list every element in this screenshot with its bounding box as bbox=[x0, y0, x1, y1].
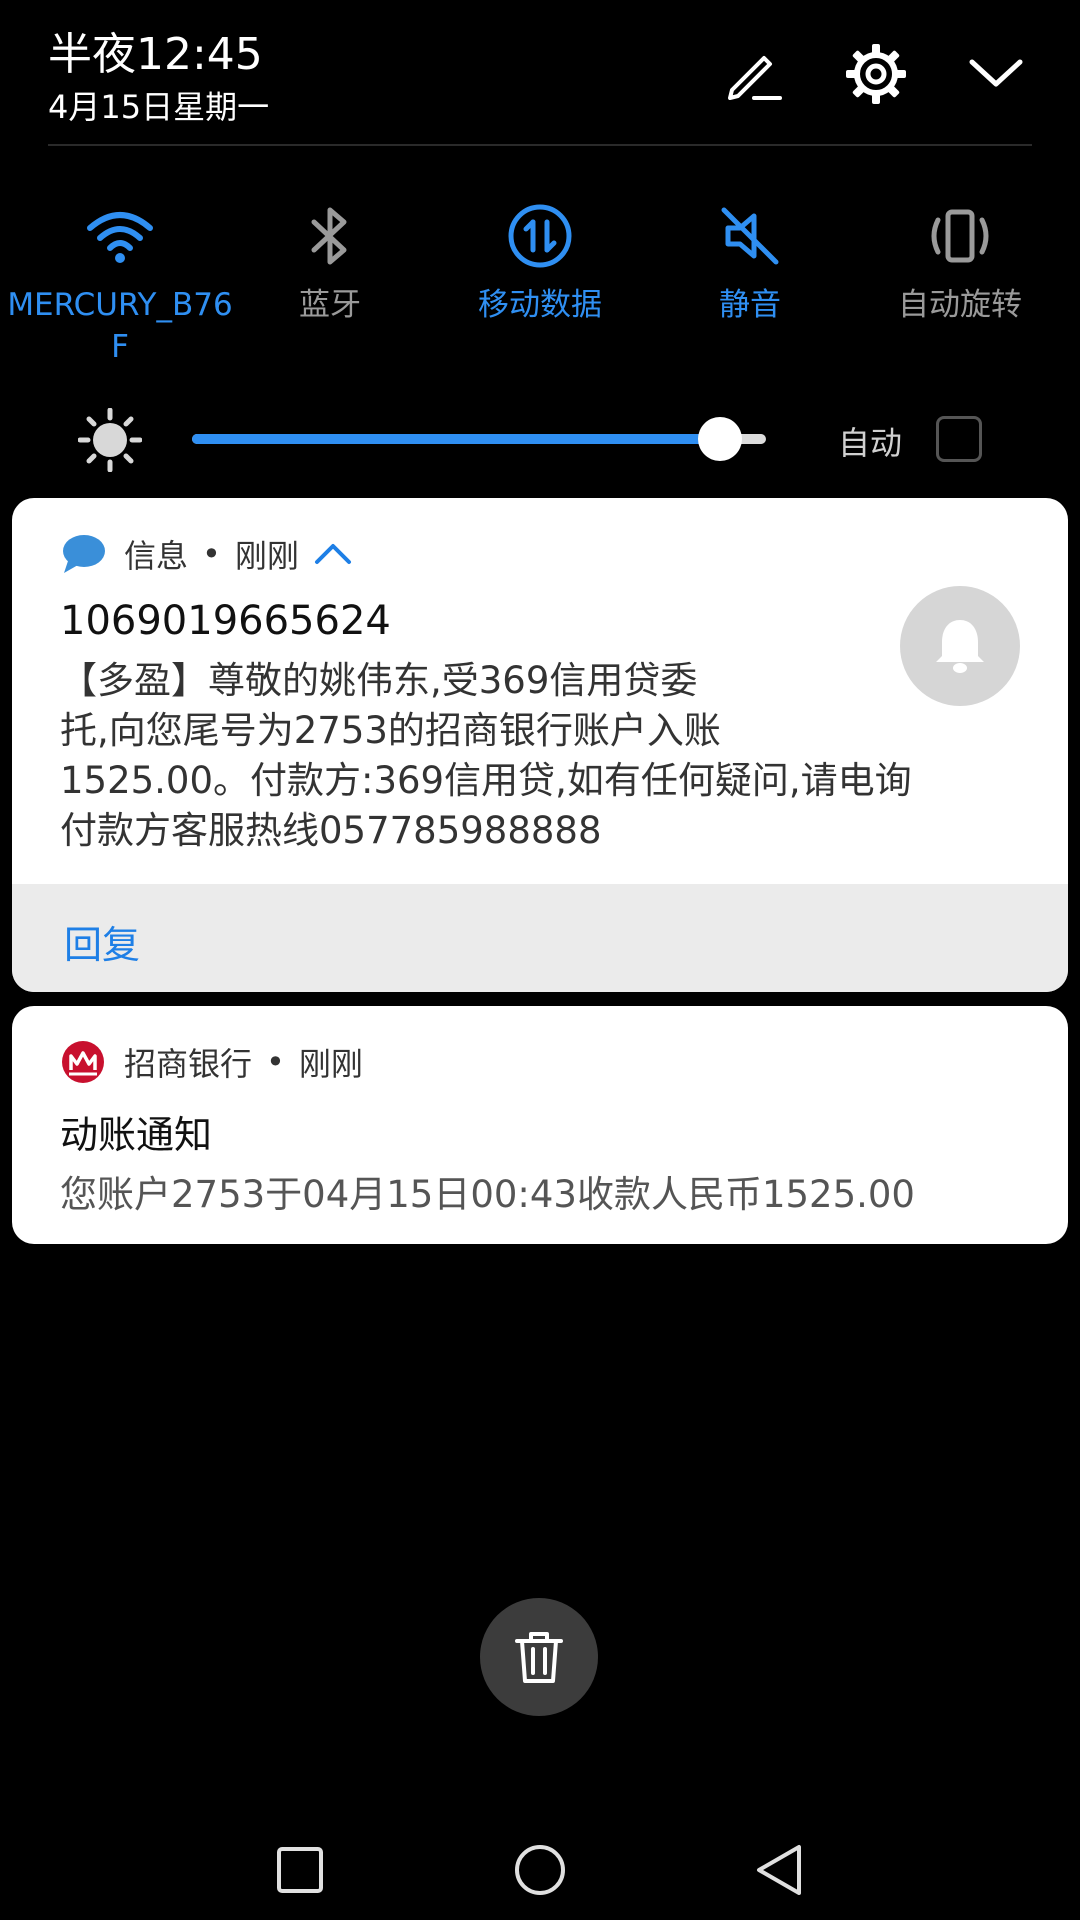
brightness-icon bbox=[78, 408, 142, 472]
wifi-tile[interactable]: MERCURY_B76 F bbox=[7, 200, 233, 368]
sms-body: 【多盈】尊敬的姚伟东,受369信用贷委 托,向您尾号为2753的招商银行账户入账… bbox=[60, 656, 1000, 856]
brightness-slider[interactable] bbox=[192, 417, 766, 461]
wifi-label-continued: F bbox=[111, 329, 129, 365]
app-name: 招商银行 bbox=[124, 1045, 253, 1083]
recent-apps-button[interactable] bbox=[268, 1838, 332, 1902]
silent-tile[interactable]: 静音 bbox=[645, 200, 855, 326]
navigation-bar bbox=[0, 1820, 1080, 1920]
notification-body: 您账户2753于04月15日00:43收款人民币1525.00 bbox=[60, 1173, 915, 1216]
auto-rotate-label: 自动旋转 bbox=[898, 287, 1022, 323]
sms-body-line: 付款方客服热线057785988888 bbox=[60, 809, 602, 852]
chevron-up-icon bbox=[314, 544, 351, 564]
sms-sender: 1069019665624 bbox=[60, 598, 391, 644]
sender-avatar bbox=[900, 586, 1020, 706]
notification-header: 半夜12:45 4月15日星期一 bbox=[0, 0, 1080, 146]
mobile-data-icon bbox=[508, 204, 572, 268]
collapse-notification-button[interactable] bbox=[313, 534, 353, 574]
home-button[interactable] bbox=[508, 1838, 572, 1902]
sms-body-line: 1525.00。付款方:369信用贷,如有任何疑问,请电询 bbox=[60, 759, 912, 802]
sms-notification-header: 信息 • 刚刚 bbox=[60, 530, 353, 578]
slider-fill bbox=[192, 434, 721, 444]
edit-button[interactable] bbox=[718, 38, 790, 110]
sms-body-line: 托,向您尾号为2753的招商银行账户入账 bbox=[60, 709, 721, 752]
separator-dot: • bbox=[202, 535, 221, 573]
pencil-icon bbox=[728, 56, 782, 100]
message-bubble-icon bbox=[63, 535, 105, 573]
app-name: 信息 bbox=[124, 537, 189, 575]
square-icon bbox=[277, 1847, 323, 1893]
auto-brightness-label: 自动 bbox=[838, 424, 903, 462]
notification-time: 刚刚 bbox=[234, 537, 299, 575]
auto-brightness-checkbox[interactable] bbox=[936, 416, 982, 462]
notification-time: 刚刚 bbox=[298, 1045, 363, 1083]
notification-actions: 回复 bbox=[12, 884, 1068, 992]
chevron-down-icon bbox=[969, 59, 1023, 87]
gear-icon bbox=[846, 44, 906, 104]
notification-title: 动账通知 bbox=[60, 1113, 213, 1157]
back-triangle-icon bbox=[757, 1845, 801, 1895]
trash-icon bbox=[515, 1632, 563, 1683]
wifi-label: MERCURY_B76 bbox=[7, 287, 233, 323]
mobile-data-tile[interactable]: 移动数据 bbox=[435, 200, 645, 326]
sms-body-line: 【多盈】尊敬的姚伟东,受369信用贷委 bbox=[60, 659, 698, 702]
bluetooth-icon bbox=[311, 207, 347, 265]
circle-icon bbox=[515, 1845, 565, 1895]
settings-button[interactable] bbox=[840, 38, 912, 110]
brightness-row: 自动 bbox=[0, 400, 1080, 480]
rotate-icon bbox=[931, 209, 989, 263]
reply-button[interactable]: 回复 bbox=[64, 914, 140, 969]
date-label: 4月15日星期一 bbox=[48, 88, 270, 126]
quick-settings: MERCURY_B76 F 蓝牙 移动数据 静音 自动旋转 bbox=[0, 200, 1080, 380]
clear-all-button[interactable] bbox=[480, 1598, 598, 1716]
back-button[interactable] bbox=[748, 1838, 812, 1902]
bank-notification-header: 招商银行 • 刚刚 bbox=[60, 1038, 363, 1086]
collapse-button[interactable] bbox=[960, 38, 1032, 110]
header-divider bbox=[48, 144, 1032, 146]
bell-icon bbox=[936, 620, 984, 673]
mute-icon bbox=[721, 207, 779, 265]
bank-logo-icon bbox=[62, 1041, 104, 1083]
sms-notification[interactable]: 信息 • 刚刚 1069019665624 【多盈】尊敬的姚伟东,受369信用贷… bbox=[12, 498, 1068, 992]
wifi-icon bbox=[87, 212, 153, 263]
silent-label: 静音 bbox=[719, 287, 781, 323]
mobile-data-label: 移动数据 bbox=[478, 287, 602, 323]
clock: 半夜12:45 bbox=[48, 29, 263, 80]
bluetooth-tile[interactable]: 蓝牙 bbox=[225, 200, 435, 326]
separator-dot: • bbox=[266, 1043, 285, 1081]
bluetooth-label: 蓝牙 bbox=[299, 287, 361, 323]
slider-thumb[interactable] bbox=[698, 417, 743, 461]
bank-notification[interactable]: 招商银行 • 刚刚 动账通知 您账户2753于04月15日00:43收款人民币1… bbox=[12, 1006, 1068, 1244]
auto-rotate-tile[interactable]: 自动旋转 bbox=[855, 200, 1065, 326]
